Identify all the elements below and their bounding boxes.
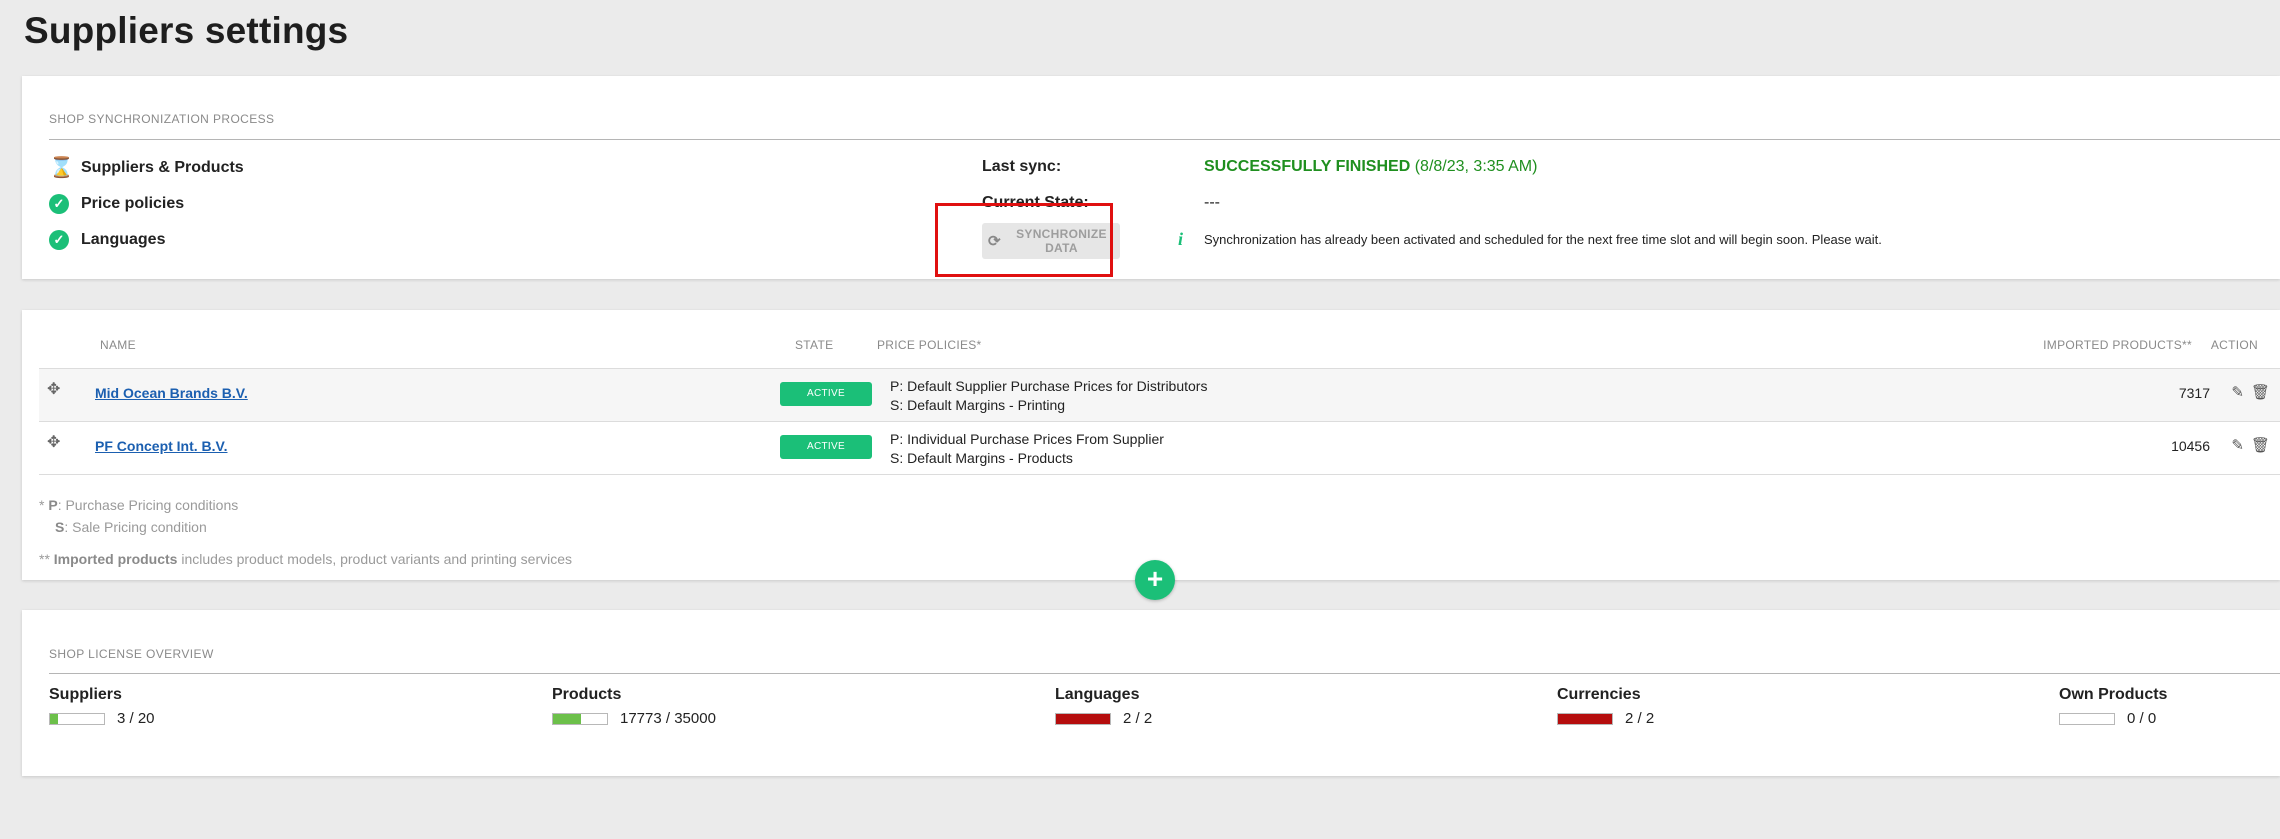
edit-icon[interactable]: ✎ [2231, 383, 2244, 401]
license-own-products: Own Products 0 / 0 [2059, 686, 2167, 727]
license-value: 2 / 2 [1625, 710, 1655, 727]
drag-handle-icon[interactable]: ✥ [47, 435, 61, 451]
usage-bar [1055, 712, 1111, 725]
step-price-policies: ✓ Price policies [49, 192, 184, 216]
footnote-imported: ** Imported products includes product mo… [39, 551, 573, 567]
purchase-policy: P: Default Supplier Purchase Prices for … [890, 378, 1208, 394]
section-divider [49, 139, 2280, 140]
drag-handle-icon[interactable]: ✥ [47, 382, 61, 398]
section-divider [49, 673, 2280, 674]
sync-section-title: SHOP SYNCHRONIZATION PROCESS [49, 112, 275, 126]
add-supplier-button[interactable]: + [1135, 560, 1175, 600]
usage-bar [1557, 712, 1613, 725]
license-currencies: Currencies 2 / 2 [1557, 686, 1654, 727]
supplier-link[interactable]: PF Concept Int. B.V. [95, 438, 228, 454]
sale-policy: S: Default Margins - Products [890, 450, 1073, 466]
table-row: ✥ Mid Ocean Brands B.V. ACTIVE P: Defaul… [39, 368, 2280, 421]
last-sync-status: SUCCESSFULLY FINISHED [1204, 158, 1411, 175]
hourglass-icon: ⌛ [49, 157, 74, 179]
license-value: 2 / 2 [1123, 710, 1153, 727]
license-overview-card: SHOP LICENSE OVERVIEW Suppliers 3 / 20 P… [22, 610, 2280, 776]
sync-process-card: SHOP SYNCHRONIZATION PROCESS ⌛ Suppliers… [22, 76, 2280, 279]
license-value: 17773 / 35000 [620, 710, 716, 727]
license-title: Currencies [1557, 686, 1641, 703]
status-badge: ACTIVE [780, 435, 872, 459]
usage-bar-fill [553, 713, 581, 724]
last-sync-value: SUCCESSFULLY FINISHED (8/8/23, 3:35 AM) [1204, 158, 1537, 176]
step-label: Price policies [81, 195, 185, 212]
step-languages: ✓ Languages [49, 228, 165, 252]
usage-bar [49, 712, 105, 725]
license-title: Languages [1055, 686, 1140, 703]
last-sync-label: Last sync: [982, 158, 1062, 175]
usage-bar [552, 712, 608, 725]
column-header-imported-products: IMPORTED PRODUCTS** [2043, 338, 2192, 352]
usage-bar-fill [1056, 713, 1110, 724]
edit-icon[interactable]: ✎ [2231, 436, 2244, 454]
supplier-link[interactable]: Mid Ocean Brands B.V. [95, 385, 248, 401]
license-suppliers: Suppliers 3 / 20 [49, 686, 155, 727]
delete-icon[interactable]: 🗑 [2251, 383, 2270, 401]
highlight-box [935, 203, 1113, 277]
column-header-name: NAME [100, 338, 136, 352]
license-value: 3 / 20 [117, 710, 155, 727]
delete-icon[interactable]: 🗑 [2251, 436, 2270, 454]
sync-status-note: Synchronization has already been activat… [1204, 232, 1882, 247]
column-header-price-policies: PRICE POLICIES* [877, 338, 982, 352]
license-title: Suppliers [49, 686, 122, 703]
usage-bar-fill [50, 713, 59, 724]
status-badge: ACTIVE [780, 382, 872, 406]
page-title: Suppliers settings [24, 10, 349, 51]
footnote-sale: S: Sale Pricing condition [55, 519, 207, 535]
table-row: ✥ PF Concept Int. B.V. ACTIVE P: Individ… [39, 421, 2280, 475]
current-state-value: --- [1204, 194, 1220, 211]
sale-policy: S: Default Margins - Printing [890, 397, 1066, 413]
usage-bar [2059, 712, 2115, 725]
license-title: Own Products [2059, 686, 2168, 703]
last-sync-date: (8/8/23, 3:35 AM) [1414, 158, 1538, 175]
step-label: Languages [81, 231, 166, 248]
license-section-title: SHOP LICENSE OVERVIEW [49, 647, 214, 661]
check-circle-icon: ✓ [49, 230, 69, 250]
license-value: 0 / 0 [2127, 710, 2157, 727]
info-icon[interactable]: i [1178, 229, 1183, 250]
step-label: Suppliers & Products [81, 159, 244, 176]
license-products: Products 17773 / 35000 [552, 686, 716, 727]
step-suppliers-products: ⌛ Suppliers & Products [49, 156, 244, 180]
check-circle-icon: ✓ [49, 194, 69, 214]
column-header-action: ACTION [2210, 338, 2258, 352]
usage-bar-fill [1558, 713, 1612, 724]
license-languages: Languages 2 / 2 [1055, 686, 1152, 727]
footnote-purchase: * P: Purchase Pricing conditions [39, 497, 239, 513]
imported-products-count: 7317 [2178, 385, 2210, 401]
purchase-policy: P: Individual Purchase Prices From Suppl… [890, 431, 1164, 447]
imported-products-count: 10456 [2171, 438, 2210, 454]
license-title: Products [552, 686, 622, 703]
column-header-state: STATE [795, 338, 834, 352]
suppliers-table-card: NAME STATE PRICE POLICIES* IMPORTED PROD… [22, 310, 2280, 580]
